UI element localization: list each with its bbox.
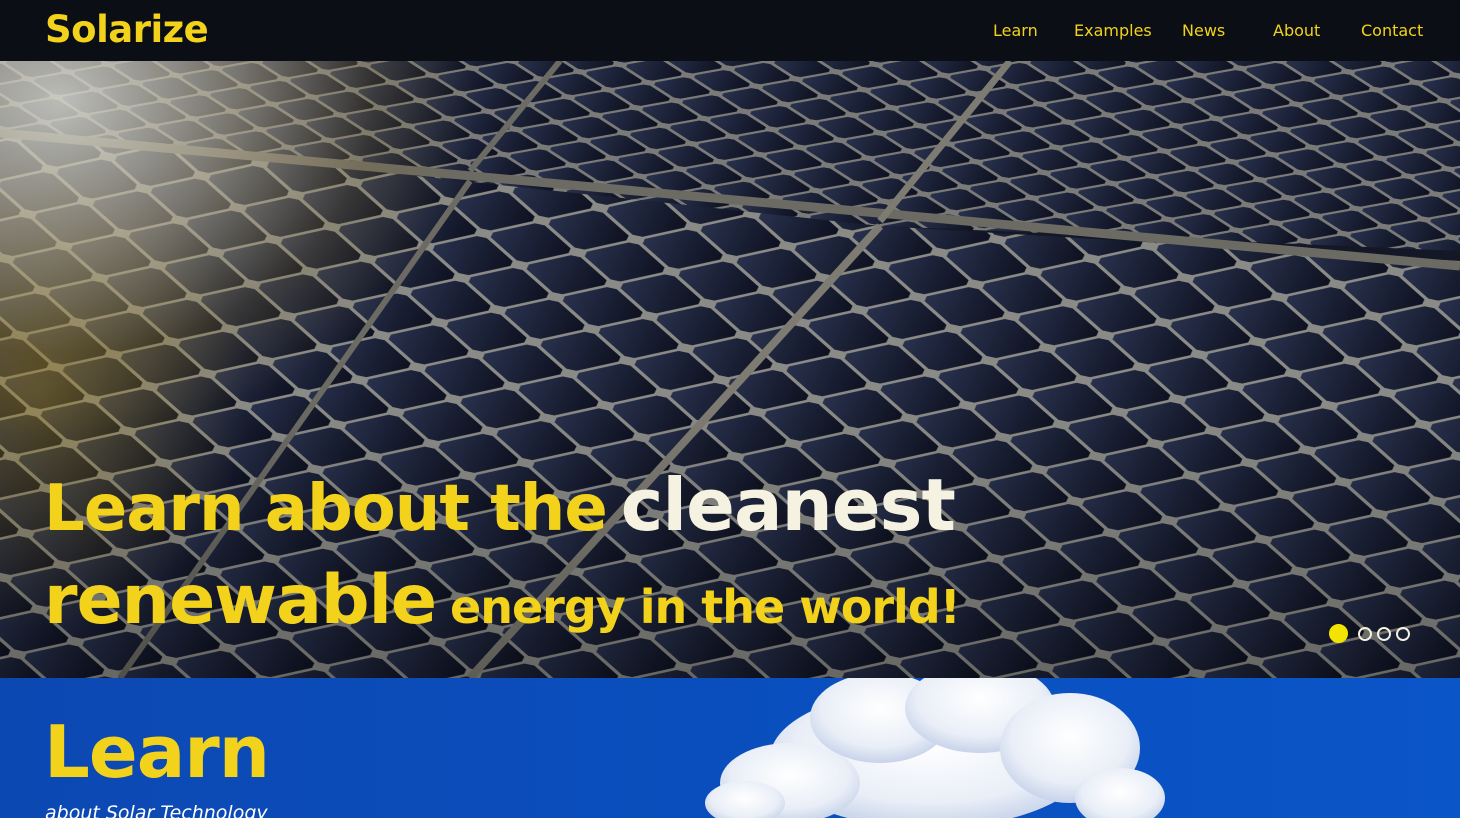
- nav-link-contact[interactable]: Contact: [1361, 21, 1423, 40]
- nav-link-about[interactable]: About: [1273, 21, 1320, 40]
- carousel-indicators: [1329, 624, 1410, 643]
- hero-headline-line2: renewable energy in the world!: [44, 567, 961, 635]
- top-navigation: Solarize Learn Examples News About Conta…: [0, 0, 1460, 61]
- carousel-dot-icon[interactable]: [1396, 626, 1410, 641]
- hero-carousel: Learn about the cleanest renewable energy …: [0, 61, 1460, 678]
- carousel-dot-icon[interactable]: [1329, 624, 1348, 643]
- learn-title: Learn: [44, 710, 270, 794]
- hero-headline-line1: Learn about the cleanest: [44, 469, 956, 541]
- learn-section: Learn about Solar Technology: [0, 678, 1460, 818]
- carousel-dot-icon[interactable]: [1358, 626, 1372, 641]
- hero-text-cleanest: cleanest: [620, 463, 956, 547]
- hero-text-renewable: renewable: [44, 561, 437, 640]
- hero-text-learn-about: Learn about the: [44, 472, 608, 546]
- nav-link-examples[interactable]: Examples: [1074, 21, 1152, 40]
- nav-link-news[interactable]: News: [1182, 21, 1225, 40]
- carousel-dot-icon[interactable]: [1377, 626, 1391, 641]
- site-logo[interactable]: Solarize: [45, 8, 209, 51]
- nav-link-learn[interactable]: Learn: [993, 21, 1038, 40]
- learn-subtitle: about Solar Technology: [45, 802, 268, 818]
- hero-text-energy: energy in the world!: [450, 580, 961, 634]
